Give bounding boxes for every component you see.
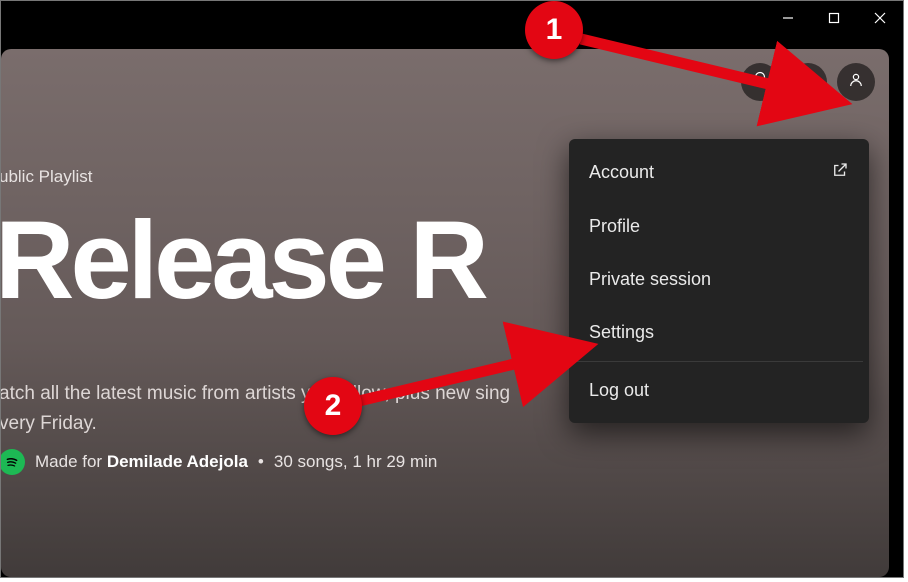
annotation-step-1: 1	[525, 1, 583, 59]
app-window: ublic Playlist Release R atch all the la…	[0, 0, 904, 578]
annotation-arrow-2	[1, 1, 905, 579]
annotation-step-2: 2	[304, 377, 362, 435]
